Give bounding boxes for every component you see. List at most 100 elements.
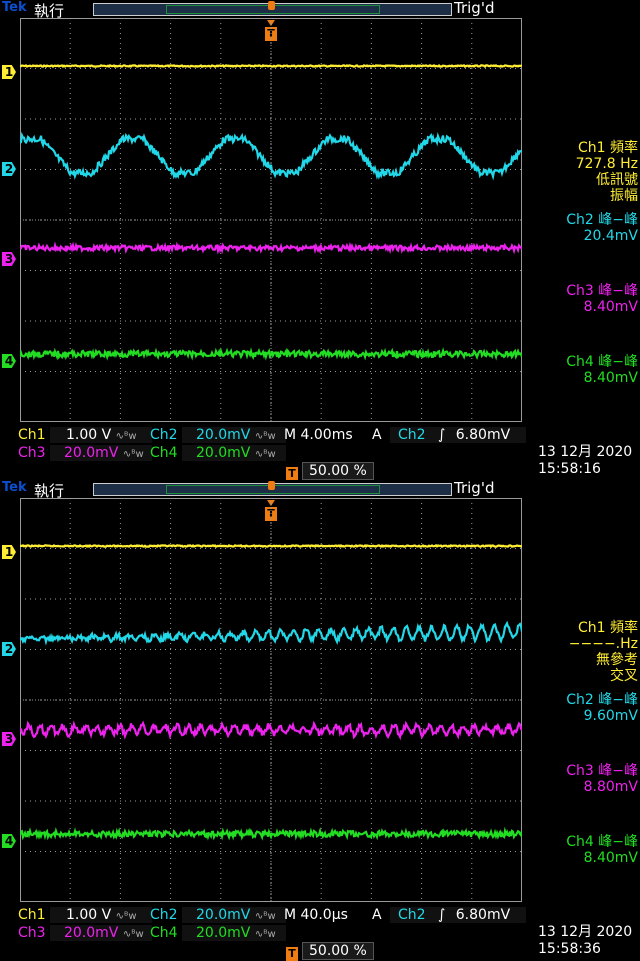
trigger-level: 6.80mV [455,427,511,443]
ch2-bw-icon: ∿ᴮw [254,911,276,922]
brand-logo: Tek [2,0,27,15]
ch3-scale[interactable]: 20.0mV ∿ᴮw [50,445,152,461]
ch2-measure-value: 9.60mV [583,708,638,724]
ch4-bw-icon: ∿ᴮw [254,449,276,460]
ch1-measure-note1: 低訊號 [596,172,638,188]
timebase[interactable]: M 4.00ms [284,426,353,444]
ch3-label[interactable]: Ch3 [18,924,46,942]
ch1-position-marker[interactable]: 1 [2,545,16,559]
time: 15:58:36 [538,941,601,957]
ch3-measure-value: 8.40mV [583,299,638,315]
ch3-label[interactable]: Ch3 [18,444,46,462]
ch4-scale[interactable]: 20.0mV ∿ᴮw [182,925,286,941]
ch3-measure-label: Ch3 峰−峰 [566,763,638,779]
ch1-scale[interactable]: 1.00 V ∿ᴮw [50,427,152,443]
ch2-bw-icon: ∿ᴮw [254,431,276,442]
ch4-measurement: Ch4 峰−峰 8.40mV [526,834,638,866]
ch1-label[interactable]: Ch1 [18,426,46,444]
ch3-position-marker[interactable]: 3 [2,252,16,266]
ch2-label[interactable]: Ch2 [150,426,178,444]
ch4-scale-value: 20.0mV [196,925,251,941]
trigger-source: Ch2 [398,907,426,923]
ch4-label[interactable]: Ch4 [150,924,178,942]
trigger-status: Trig'd [454,0,495,17]
trigger-slope-icon: ∫ [438,907,446,923]
trigger-position-value: 50.00 % [302,462,374,480]
timebase[interactable]: M 40.0µs [284,906,348,924]
trigger-position[interactable]: T 50.00 % [286,942,374,961]
time: 15:58:16 [538,461,601,477]
ch3-trace [20,720,522,741]
ch1-measure-label: Ch1 頻率 [577,620,638,636]
ch1-label[interactable]: Ch1 [18,906,46,924]
ch1-position-marker[interactable]: 1 [2,65,16,79]
ch2-scale[interactable]: 20.0mV ∿ᴮw [182,427,286,443]
record-length-bar [93,481,452,496]
ch2-position-marker[interactable]: 2 [2,162,16,176]
ch3-measure-label: Ch3 峰−峰 [566,283,638,299]
acquisition-mode: A [372,907,382,923]
ch1-measure-note2: 交叉 [610,668,638,684]
ch2-measure-label: Ch2 峰−峰 [566,692,638,708]
trigger-source: Ch2 [398,427,426,443]
settings-bar: Ch1 1.00 V ∿ᴮw Ch2 20.0mV ∿ᴮw M 4.00ms A… [0,424,640,481]
graticule [20,498,522,902]
ch2-measurement: Ch2 峰−峰 9.60mV [526,692,638,724]
ch4-measure-value: 8.40mV [583,850,638,866]
scope-screen-2: Tek 執行 Trig'd T 1 2 3 4 Ch1 頻率 −−−−.Hz 無… [0,479,640,961]
trigger-icon: T [286,947,298,961]
ch2-position-marker[interactable]: 2 [2,642,16,656]
ch3-scale[interactable]: 20.0mV ∿ᴮw [50,925,152,941]
ch1-scale[interactable]: 1.00 V ∿ᴮw [50,907,152,923]
ch1-measure-value: −−−−.Hz [568,636,638,652]
ch2-scale[interactable]: 20.0mV ∿ᴮw [182,907,286,923]
ch1-trace [20,543,522,549]
date: 13 12月 2020 [538,444,633,460]
status-bar: Tek 執行 Trig'd [0,479,640,500]
brand-logo: Tek [2,480,27,495]
trigger-position[interactable]: T 50.00 % [286,462,374,481]
ch4-bw-icon: ∿ᴮw [254,929,276,940]
record-length-bar [93,1,452,16]
trigger-position-marker [268,481,275,490]
trigger-status: Trig'd [454,479,495,497]
ch2-measurement: Ch2 峰−峰 20.4mV [526,212,638,244]
ch4-label[interactable]: Ch4 [150,444,178,462]
graticule [20,18,522,422]
ch1-measure-note2: 振幅 [610,188,638,204]
ch3-bw-icon: ∿ᴮw [122,449,144,460]
trigger-icon: T [286,467,298,481]
ch2-scale-value: 20.0mV [196,427,251,443]
ch4-scale[interactable]: 20.0mV ∿ᴮw [182,445,286,461]
ch3-measurement: Ch3 峰−峰 8.80mV [526,763,638,795]
date: 13 12月 2020 [538,924,633,940]
ch3-bw-icon: ∿ᴮw [122,929,144,940]
trigger-level: 6.80mV [455,907,511,923]
trigger-position-value: 50.00 % [302,942,374,960]
ch3-measure-value: 8.80mV [583,779,638,795]
settings-bar: Ch1 1.00 V ∿ᴮw Ch2 20.0mV ∿ᴮw M 40.0µs A… [0,904,640,961]
ch4-measure-label: Ch4 峰−峰 [566,834,638,850]
ch1-measure-value: 727.8 Hz [575,156,638,172]
status-bar: Tek 執行 Trig'd [0,0,640,20]
trigger-position-marker [268,1,275,10]
ch1-bw-icon: ∿ᴮw [115,911,137,922]
ch2-scale-value: 20.0mV [196,907,251,923]
trigger-slope-icon: ∫ [438,427,446,443]
ch2-label[interactable]: Ch2 [150,906,178,924]
ch4-position-marker[interactable]: 4 [2,834,16,848]
ch3-position-marker[interactable]: 3 [2,732,16,746]
trigger-setting[interactable]: Ch2 ∫ 6.80mV [390,907,526,923]
ch1-bw-icon: ∿ᴮw [115,431,137,442]
datetime: 13 12月 2020 15:58:36 [538,924,632,958]
ch1-scale-value: 1.00 V [66,907,112,923]
scope-screen-1: Tek 執行 Trig'd T 1 2 3 4 Ch1 頻率 727.8 Hz … [0,0,640,481]
ch1-measurement: Ch1 頻率 727.8 Hz 低訊號 振幅 [526,140,638,204]
ch4-measure-value: 8.40mV [583,370,638,386]
ch1-measure-label: Ch1 頻率 [577,140,638,156]
ch4-measurement: Ch4 峰−峰 8.40mV [526,354,638,386]
trigger-setting[interactable]: Ch2 ∫ 6.80mV [390,427,526,443]
ch2-measure-label: Ch2 峰−峰 [566,212,638,228]
ch3-scale-value: 20.0mV [64,445,119,461]
ch4-position-marker[interactable]: 4 [2,354,16,368]
